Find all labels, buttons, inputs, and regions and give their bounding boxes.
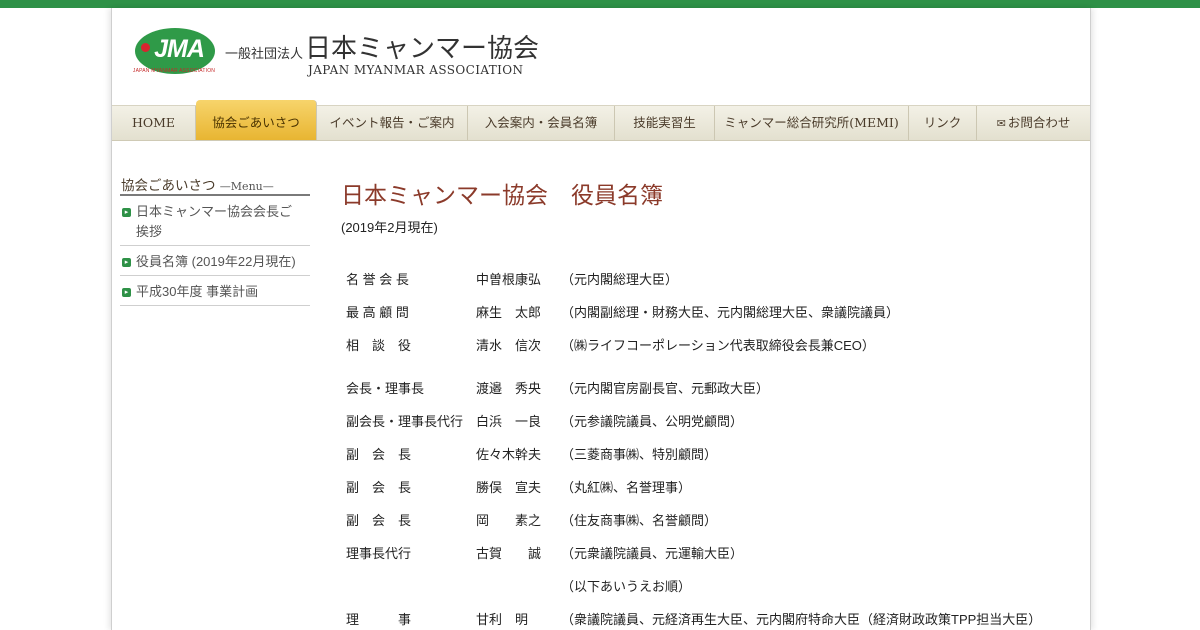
officer-role: 理 事: [346, 612, 412, 627]
sidebar-item-chairman-greeting[interactable]: ▸ 日本ミャンマー協会会長ご挨拶: [120, 202, 310, 246]
arrow-bullet-icon: ▸: [122, 288, 131, 297]
org-type: 一般社団法人: [225, 47, 304, 62]
officer-note: （内閣副総理・財務大臣、元内閣総理大臣、衆議院議員）: [561, 305, 900, 320]
page-title: 日本ミャンマー協会 役員名簿: [341, 183, 663, 209]
arrow-bullet-icon: ▸: [122, 208, 131, 217]
as-of-date: (2019年2月現在): [341, 220, 438, 235]
nav-membership[interactable]: 入会案内・会員名簿: [468, 106, 615, 140]
officer-role: 副 会 長: [346, 480, 412, 495]
officer-note: （㈱ライフコーポレーション代表取締役会長兼CEO）: [561, 338, 875, 353]
officer-name: 古賀 誠: [476, 546, 542, 561]
mail-icon: ✉: [996, 117, 1006, 130]
nav-links[interactable]: リンク: [909, 106, 977, 140]
sidebar-item-label: 役員名簿 (2019年22月現在): [136, 254, 296, 269]
officer-role: 名 誉 会 長: [346, 272, 409, 287]
org-name-en: JAPAN MYANMAR ASSOCIATION: [308, 63, 524, 77]
arrow-bullet-icon: ▸: [122, 258, 131, 267]
officer-name: 麻生 太郎: [476, 305, 542, 320]
nav-contact[interactable]: ✉ お問合わせ: [977, 106, 1090, 140]
nav-links-label: リンク: [923, 115, 962, 130]
org-name: 日本ミャンマー協会: [305, 34, 540, 64]
nav-events-label: イベント報告・ご案内: [329, 115, 455, 130]
nav-events[interactable]: イベント報告・ご案内: [317, 106, 468, 140]
officer-note: （元内閣総理大臣）: [561, 272, 679, 287]
sidebar-title-text: 協会ごあいさつ: [121, 178, 216, 194]
officer-name: 勝俣 宣夫: [476, 480, 542, 495]
nav-trainees[interactable]: 技能実習生: [615, 106, 715, 140]
officer-name: 中曽根康弘: [476, 272, 542, 287]
sidebar-item-officers[interactable]: ▸ 役員名簿 (2019年22月現在): [120, 252, 310, 276]
officer-name: 岡 素之: [476, 513, 542, 528]
sidebar-item-label: 平成30年度 事業計画: [136, 284, 259, 299]
officer-note: （衆議院議員、元経済再生大臣、元内閣府特命大臣（経済財政政策TPP担当大臣）: [561, 612, 1042, 627]
nav-home[interactable]: HOME: [112, 106, 196, 140]
officer-role: 副 会 長: [346, 447, 412, 462]
nav-memi[interactable]: ミャンマー総合研究所(MEMI): [715, 106, 909, 140]
officer-role: 副 会 長: [346, 513, 412, 528]
officer-note: （丸紅㈱、名誉理事）: [561, 480, 692, 495]
sidebar-item-label: 日本ミャンマー協会会長ご挨拶: [136, 204, 293, 239]
officer-name: 甘利 明: [476, 612, 529, 627]
sidebar-title-sub: —Menu—: [219, 180, 274, 193]
main-nav: HOME 協会ごあいさつ イベント報告・ご案内 入会案内・会員名簿 技能実習生 …: [112, 100, 1090, 141]
officer-role: 会長・理事長: [346, 381, 425, 396]
sidebar-divider: [120, 194, 310, 196]
nav-membership-label: 入会案内・会員名簿: [484, 115, 598, 130]
sidebar-title: 協会ごあいさつ —Menu—: [121, 174, 274, 194]
logo-subtext: JAPAN MYANMAR ASSOCIATION: [132, 68, 216, 74]
nav-greeting[interactable]: 協会ごあいさつ: [196, 100, 317, 140]
logo-text: JMA: [154, 35, 205, 63]
officer-note: （元参議院議員、公明党顧問）: [561, 414, 744, 429]
sidebar-item-business-plan[interactable]: ▸ 平成30年度 事業計画: [120, 282, 310, 306]
officer-name: 清水 信次: [476, 338, 542, 353]
page-container: JMA JAPAN MYANMAR ASSOCIATION 一般社団法人 日本ミ…: [111, 8, 1091, 630]
nav-memi-label: ミャンマー総合研究所(MEMI): [724, 115, 899, 130]
officer-note: （元衆議院議員、元運輸大臣）: [561, 546, 744, 561]
officer-note: （以下あいうえお順）: [561, 579, 692, 594]
officer-role: 副会長・理事長代行: [346, 414, 464, 429]
officer-name: 佐々木幹夫: [476, 447, 542, 462]
officer-name: 渡邉 秀央: [476, 381, 542, 396]
nav-home-label: HOME: [131, 115, 176, 130]
officer-role: 理事長代行: [346, 546, 412, 561]
nav-greeting-label: 協会ごあいさつ: [212, 115, 300, 130]
officer-note: （三菱商事㈱、特別顧問）: [561, 447, 718, 462]
officer-note: （元内閣官房副長官、元郵政大臣）: [561, 381, 770, 396]
top-accent-bar: [0, 0, 1200, 8]
nav-trainees-label: 技能実習生: [633, 115, 696, 130]
nav-contact-label: お問合わせ: [1007, 115, 1071, 130]
officer-role: 相 談 役: [346, 338, 412, 353]
officer-role: 最 高 顧 問: [346, 305, 409, 320]
officer-name: 白浜 一良: [476, 414, 542, 429]
officer-note: （住友商事㈱、名誉顧問）: [561, 513, 718, 528]
